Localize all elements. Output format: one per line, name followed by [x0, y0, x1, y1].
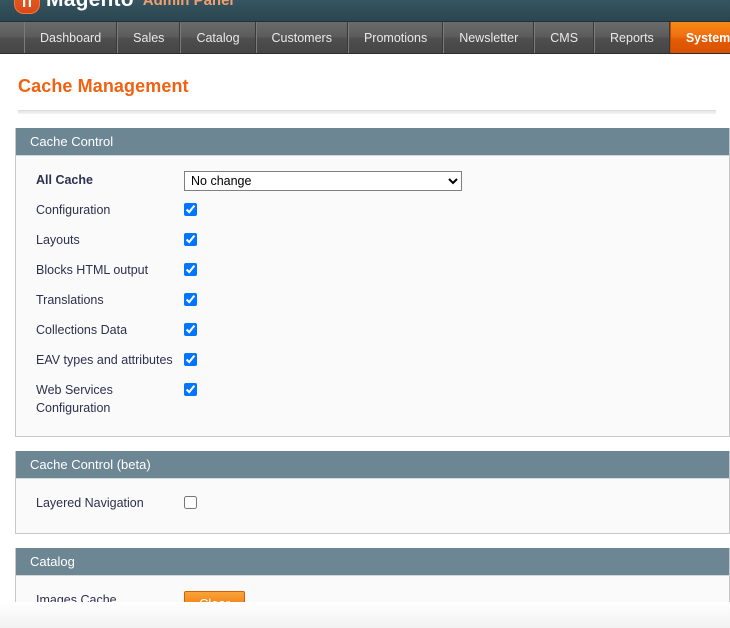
field-label: All Cache: [36, 173, 93, 187]
field-control: [184, 261, 729, 281]
form-row: Layered Navigation: [16, 489, 729, 519]
nav-item-system[interactable]: System: [669, 22, 730, 53]
checkbox-eav-types-and-attributes[interactable]: [184, 353, 197, 366]
field-label: Web Services Configuration: [36, 383, 113, 415]
nav-item-customers[interactable]: Customers: [255, 22, 348, 53]
field-control: [184, 231, 729, 251]
nav-item-promotions[interactable]: Promotions: [347, 22, 444, 53]
field-label: Blocks HTML output: [36, 263, 149, 277]
nav-item-sales[interactable]: Sales: [117, 22, 181, 53]
checkbox-translations[interactable]: [184, 293, 197, 306]
checkbox-collections-data[interactable]: [184, 323, 197, 336]
checkbox-configuration[interactable]: [184, 203, 197, 216]
form-row: Collections Data: [16, 316, 729, 346]
magento-logo-icon: [14, 0, 40, 14]
nav-item-newsletter[interactable]: Newsletter: [443, 22, 535, 53]
checkbox-web-services-configuration[interactable]: [184, 383, 197, 396]
panel-title-cache-control-beta: Cache Control (beta): [16, 451, 729, 479]
field-label: Layouts: [36, 233, 80, 247]
checkbox-blocks-html-output[interactable]: [184, 263, 197, 276]
form-row: Web Services Configuration: [16, 376, 729, 422]
brand-header: Magento Admin Panel: [0, 0, 730, 22]
field-control: [184, 291, 729, 311]
field-control: No changeDisableEnableRefresh: [184, 171, 729, 191]
form-row: Configuration: [16, 196, 729, 226]
panel-body-cache-control: All Cache No changeDisableEnableRefresh Co…: [16, 156, 729, 436]
brand-subtitle: Admin Panel: [142, 0, 234, 9]
form-row: EAV types and attributes: [16, 346, 729, 376]
field-label: EAV types and attributes: [36, 353, 173, 367]
form-row: Translations: [16, 286, 729, 316]
nav-item-reports[interactable]: Reports: [594, 22, 670, 53]
brand-logo[interactable]: Magento Admin Panel: [14, 0, 234, 14]
all-cache-select[interactable]: No changeDisableEnableRefresh: [184, 171, 462, 191]
panel-cache-control: Cache Control All Cache No changeDisableEn…: [15, 128, 730, 437]
checkbox-layered-navigation[interactable]: [184, 496, 197, 509]
title-divider: [18, 110, 716, 114]
nav-item-cms[interactable]: CMS: [534, 22, 595, 53]
main-navigation: Dashboard Sales Catalog Customers Promotions…: [0, 22, 730, 54]
field-label: Translations: [36, 293, 104, 307]
form-row: Blocks HTML output: [16, 256, 729, 286]
form-row: All Cache No changeDisableEnableRefresh: [16, 166, 729, 196]
nav-item-catalog[interactable]: Catalog: [180, 22, 256, 53]
nav-item-dashboard[interactable]: Dashboard: [24, 22, 118, 53]
field-control: [184, 351, 729, 371]
field-control: [184, 381, 729, 401]
checkbox-layouts[interactable]: [184, 233, 197, 246]
brand-name: Magento: [46, 0, 134, 12]
field-control: [184, 201, 729, 221]
panel-body-cache-control-beta: Layered Navigation: [16, 479, 729, 533]
field-control: [184, 494, 729, 514]
panel-title-cache-control: Cache Control: [16, 128, 729, 156]
page-content: Cache Management Cache Control All Cache N…: [0, 76, 730, 628]
panel-stack: Cache Control All Cache No changeDisableEn…: [0, 128, 730, 628]
field-label: Configuration: [36, 203, 111, 217]
field-control: [184, 321, 729, 341]
page-title: Cache Management: [18, 76, 189, 96]
panel-title-catalog: Catalog: [16, 548, 729, 576]
panel-cache-control-beta: Cache Control (beta) Layered Navigation: [15, 451, 730, 534]
field-label: Layered Navigation: [36, 496, 144, 510]
page-footer-fade: [0, 602, 730, 628]
form-row: Layouts: [16, 226, 729, 256]
field-label: Collections Data: [36, 323, 128, 337]
